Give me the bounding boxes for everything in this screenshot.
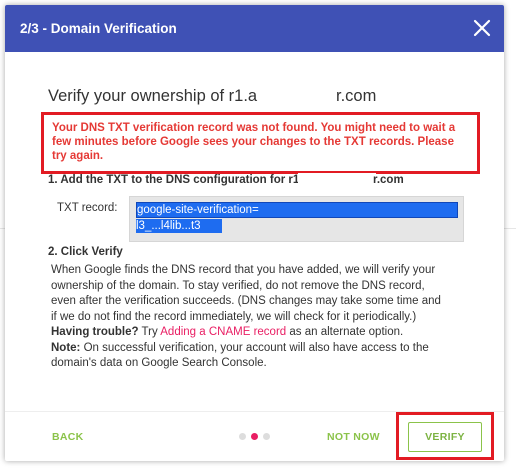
step2-line: ownership of the domain. To stay verifie… xyxy=(51,279,425,292)
trouble-tail: as an alternate option. xyxy=(286,326,404,338)
back-button[interactable]: BACK xyxy=(52,431,84,443)
step-dot xyxy=(239,433,246,440)
close-button[interactable] xyxy=(468,14,496,42)
step2-line: if we do not find the record immediately… xyxy=(51,310,417,323)
error-highlight-box: Your DNS TXT verification record was not… xyxy=(41,112,480,174)
verify-heading-suffix: r.com xyxy=(336,87,377,105)
redaction-block xyxy=(298,173,376,188)
domain-verification-dialog: 2/3 - Domain Verification Verify your ow… xyxy=(5,5,504,461)
step1-title-suffix: r.com xyxy=(373,174,404,186)
cname-link[interactable]: Adding a CNAME record xyxy=(160,326,286,338)
step-dot-active xyxy=(251,433,258,440)
step2-line: even after the verification succeeds. (D… xyxy=(51,295,441,307)
verify-button[interactable]: VERIFY xyxy=(408,422,482,452)
redaction-block xyxy=(271,87,335,107)
note-line: Note: On successful verification, your a… xyxy=(51,341,469,357)
error-message: Your DNS TXT verification record was not… xyxy=(52,122,456,162)
verify-heading: Verify your ownership of r1.a xyxy=(48,87,258,105)
step2-title: 2. Click Verify xyxy=(48,246,123,258)
txt-record-value[interactable]: google-site-verification= xyxy=(136,202,458,218)
txt-record-label: TXT record: xyxy=(57,202,118,214)
dialog-title: 2/3 - Domain Verification xyxy=(20,21,177,36)
trouble-try: Try xyxy=(138,326,161,338)
step1-title: 1. Add the TXT to the DNS configuration … xyxy=(48,174,309,186)
trouble-label: Having trouble? xyxy=(51,326,139,338)
step-dot xyxy=(263,433,270,440)
note-line-continued: domain's data on Google Search Console. xyxy=(51,357,267,369)
txt-record-value-continued[interactable]: l3_...l4lib...t3 xyxy=(136,219,222,233)
step2-line: When Google finds the DNS record that yo… xyxy=(51,264,436,276)
txt-record-field[interactable]: google-site-verification= l3_...l4lib...… xyxy=(129,196,464,242)
close-icon xyxy=(473,19,491,37)
not-now-button[interactable]: NOT NOW xyxy=(327,431,380,443)
trouble-line: Having trouble? Try Adding a CNAME recor… xyxy=(51,325,469,341)
dialog-header: 2/3 - Domain Verification xyxy=(5,5,504,52)
step2-description: When Google finds the DNS record that yo… xyxy=(51,263,469,372)
note-label: Note: xyxy=(51,341,81,354)
note-text: On successful verification, your account… xyxy=(80,341,429,354)
